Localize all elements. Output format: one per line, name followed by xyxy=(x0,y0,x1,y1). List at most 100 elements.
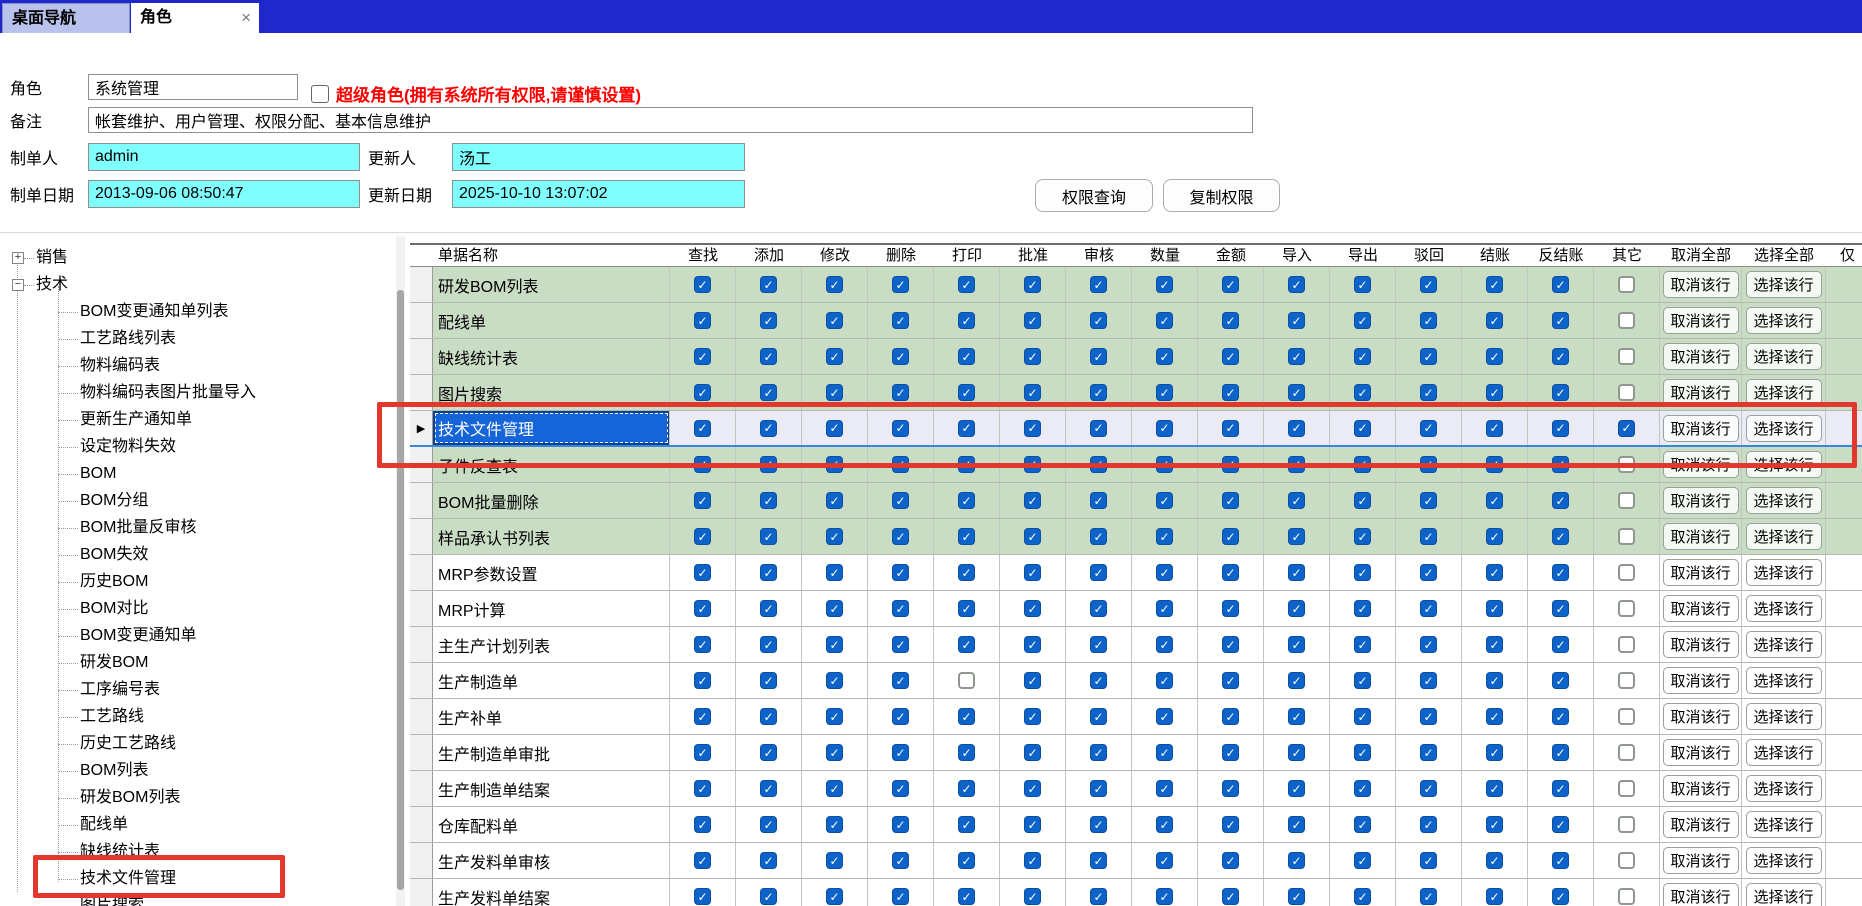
checkbox-checked[interactable]: ✓ xyxy=(892,852,909,869)
checkbox-checked[interactable]: ✓ xyxy=(1420,420,1437,437)
checkbox-checked[interactable]: ✓ xyxy=(958,780,975,797)
checkbox-checked[interactable]: ✓ xyxy=(1156,492,1173,509)
tree-leaf-item[interactable]: 工序编号表 xyxy=(80,677,160,703)
checkbox-checked[interactable]: ✓ xyxy=(1222,636,1239,653)
checkbox-checked[interactable]: ✓ xyxy=(1486,312,1503,329)
checkbox-checked[interactable]: ✓ xyxy=(1156,888,1173,905)
checkbox-unchecked[interactable] xyxy=(1618,888,1635,905)
checkbox-checked[interactable]: ✓ xyxy=(1090,780,1107,797)
checkbox-checked[interactable]: ✓ xyxy=(826,492,843,509)
checkbox-checked[interactable]: ✓ xyxy=(1024,456,1041,473)
checkbox-checked[interactable]: ✓ xyxy=(1024,492,1041,509)
checkbox-checked[interactable]: ✓ xyxy=(1552,636,1569,653)
checkbox-checked[interactable]: ✓ xyxy=(1222,456,1239,473)
checkbox-checked[interactable]: ✓ xyxy=(958,564,975,581)
document-name-cell[interactable]: 配线单 xyxy=(433,303,670,338)
checkbox-checked[interactable]: ✓ xyxy=(1222,672,1239,689)
checkbox-checked[interactable]: ✓ xyxy=(1486,780,1503,797)
checkbox-checked[interactable]: ✓ xyxy=(1354,744,1371,761)
checkbox-checked[interactable]: ✓ xyxy=(826,600,843,617)
checkbox-checked[interactable]: ✓ xyxy=(1420,384,1437,401)
checkbox-checked[interactable]: ✓ xyxy=(1156,312,1173,329)
checkbox-checked[interactable]: ✓ xyxy=(1354,708,1371,725)
cancel-row-button[interactable]: 取消该行 xyxy=(1663,883,1739,906)
checkbox-checked[interactable]: ✓ xyxy=(826,312,843,329)
document-name-cell[interactable]: MRP参数设置 xyxy=(433,555,670,590)
checkbox-checked[interactable]: ✓ xyxy=(1486,816,1503,833)
checkbox-checked[interactable]: ✓ xyxy=(1090,276,1107,293)
checkbox-checked[interactable]: ✓ xyxy=(1354,312,1371,329)
checkbox-checked[interactable]: ✓ xyxy=(1090,672,1107,689)
checkbox-checked[interactable]: ✓ xyxy=(1090,456,1107,473)
checkbox-checked[interactable]: ✓ xyxy=(1552,348,1569,365)
checkbox-checked[interactable]: ✓ xyxy=(694,744,711,761)
checkbox-checked[interactable]: ✓ xyxy=(1222,348,1239,365)
cancel-row-button[interactable]: 取消该行 xyxy=(1663,847,1739,874)
checkbox-checked[interactable]: ✓ xyxy=(760,852,777,869)
checkbox-checked[interactable]: ✓ xyxy=(1090,852,1107,869)
checkbox-checked[interactable]: ✓ xyxy=(1552,276,1569,293)
checkbox-checked[interactable]: ✓ xyxy=(1354,564,1371,581)
checkbox-checked[interactable]: ✓ xyxy=(892,564,909,581)
checkbox-checked[interactable]: ✓ xyxy=(1486,672,1503,689)
tree-leaf-item[interactable]: 技术文件管理 xyxy=(80,866,176,892)
checkbox-checked[interactable]: ✓ xyxy=(1288,456,1305,473)
tree-leaf-item[interactable]: BOM列表 xyxy=(80,758,148,784)
row-indicator[interactable] xyxy=(410,699,433,734)
checkbox-checked[interactable]: ✓ xyxy=(1288,348,1305,365)
select-row-button[interactable]: 选择该行 xyxy=(1746,451,1822,478)
checkbox-checked[interactable]: ✓ xyxy=(694,348,711,365)
checkbox-checked[interactable]: ✓ xyxy=(760,312,777,329)
checkbox-checked[interactable]: ✓ xyxy=(1024,852,1041,869)
document-name-cell[interactable]: 子件反查表 xyxy=(433,447,670,482)
checkbox-checked[interactable]: ✓ xyxy=(1156,276,1173,293)
checkbox-checked[interactable]: ✓ xyxy=(694,780,711,797)
row-indicator[interactable] xyxy=(410,483,433,518)
checkbox-checked[interactable]: ✓ xyxy=(1090,636,1107,653)
tree-leaf-item[interactable]: BOM失效 xyxy=(80,542,148,568)
tree-leaf-item[interactable]: BOM分组 xyxy=(80,488,148,514)
checkbox-checked[interactable]: ✓ xyxy=(892,888,909,905)
select-row-button[interactable]: 选择该行 xyxy=(1746,847,1822,874)
document-name-cell[interactable]: 主生产计划列表 xyxy=(433,627,670,662)
checkbox-checked[interactable]: ✓ xyxy=(892,780,909,797)
checkbox-checked[interactable]: ✓ xyxy=(958,816,975,833)
checkbox-checked[interactable]: ✓ xyxy=(760,888,777,905)
checkbox-checked[interactable]: ✓ xyxy=(760,348,777,365)
checkbox-checked[interactable]: ✓ xyxy=(1024,276,1041,293)
checkbox-checked[interactable]: ✓ xyxy=(1222,528,1239,545)
checkbox-checked[interactable]: ✓ xyxy=(1552,708,1569,725)
checkbox-checked[interactable]: ✓ xyxy=(892,312,909,329)
checkbox-checked[interactable]: ✓ xyxy=(1288,528,1305,545)
checkbox-checked[interactable]: ✓ xyxy=(892,672,909,689)
checkbox-checked[interactable]: ✓ xyxy=(1486,348,1503,365)
checkbox-checked[interactable]: ✓ xyxy=(1420,708,1437,725)
checkbox-unchecked[interactable] xyxy=(1618,636,1635,653)
super-role-checkbox[interactable] xyxy=(311,85,329,103)
checkbox-unchecked[interactable] xyxy=(1618,312,1635,329)
checkbox-checked[interactable]: ✓ xyxy=(826,852,843,869)
checkbox-checked[interactable]: ✓ xyxy=(1156,780,1173,797)
tree-expand-icon[interactable]: + xyxy=(12,252,24,264)
checkbox-checked[interactable]: ✓ xyxy=(1354,636,1371,653)
checkbox-checked[interactable]: ✓ xyxy=(1222,816,1239,833)
tree-leaf-item[interactable]: BOM变更通知单列表 xyxy=(80,299,228,325)
checkbox-checked[interactable]: ✓ xyxy=(958,744,975,761)
checkbox-checked[interactable]: ✓ xyxy=(760,564,777,581)
checkbox-checked[interactable]: ✓ xyxy=(958,456,975,473)
tree-leaf-item[interactable]: BOM xyxy=(80,461,116,487)
checkbox-checked[interactable]: ✓ xyxy=(1354,852,1371,869)
checkbox-checked[interactable]: ✓ xyxy=(760,816,777,833)
checkbox-checked[interactable]: ✓ xyxy=(1420,780,1437,797)
select-row-button[interactable]: 选择该行 xyxy=(1746,559,1822,586)
checkbox-checked[interactable]: ✓ xyxy=(1420,636,1437,653)
checkbox-checked[interactable]: ✓ xyxy=(1420,276,1437,293)
checkbox-checked[interactable]: ✓ xyxy=(1354,528,1371,545)
checkbox-checked[interactable]: ✓ xyxy=(1354,888,1371,905)
cancel-row-button[interactable]: 取消该行 xyxy=(1663,487,1739,514)
checkbox-checked[interactable]: ✓ xyxy=(1024,348,1041,365)
tree-node-sales[interactable]: 销售 xyxy=(36,245,68,271)
checkbox-checked[interactable]: ✓ xyxy=(892,600,909,617)
checkbox-checked[interactable]: ✓ xyxy=(1486,384,1503,401)
select-row-button[interactable]: 选择该行 xyxy=(1746,523,1822,550)
